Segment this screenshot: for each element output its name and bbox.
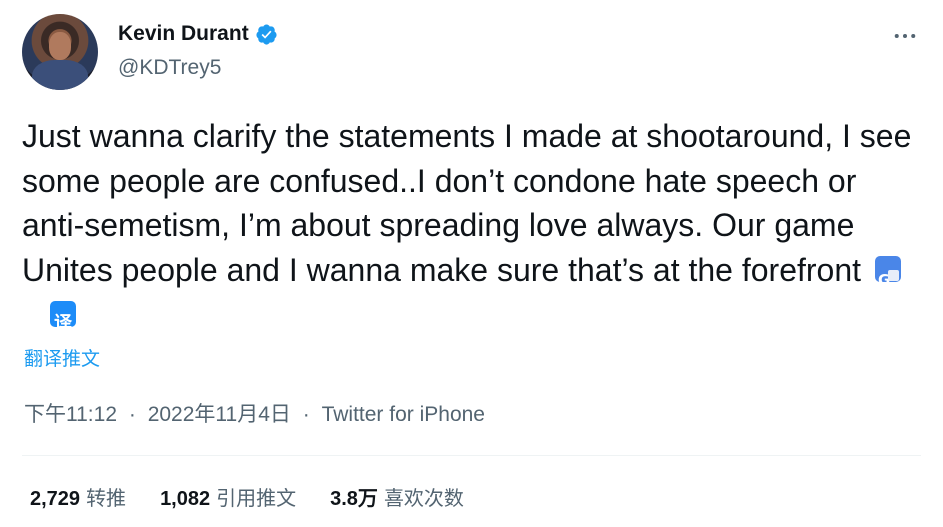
quotes-count: 1,082 bbox=[160, 488, 211, 510]
author-name-row: Kevin Durant bbox=[118, 22, 278, 46]
likes-count: 3.8万 bbox=[330, 488, 378, 510]
tweet-stats: 2,729 转推 1,082 引用推文 3.8万 喜欢次数 bbox=[30, 482, 464, 511]
more-options-icon[interactable] bbox=[889, 24, 921, 48]
retweets-count: 2,729 bbox=[30, 488, 81, 510]
tweet-meta: 下午11:12 · 2022年11月4日 · Twitter for iPhon… bbox=[24, 398, 485, 428]
tweet-date[interactable]: 2022年11月4日 bbox=[148, 403, 291, 426]
avatar-body bbox=[32, 60, 88, 90]
tweet-source[interactable]: Twitter for iPhone bbox=[322, 403, 485, 426]
meta-separator: · bbox=[128, 403, 136, 426]
translate-icon[interactable]: 译 bbox=[50, 300, 76, 334]
divider bbox=[22, 455, 921, 456]
verified-badge-icon bbox=[255, 23, 278, 46]
retweets-label: 转推 bbox=[86, 488, 127, 510]
tweet-text: Just wanna clarify the statements I made… bbox=[22, 118, 912, 288]
translate-tweet-link[interactable]: 翻译推文 bbox=[24, 344, 100, 371]
avatar[interactable] bbox=[22, 14, 98, 90]
google-translate-icon[interactable]: G bbox=[875, 256, 902, 289]
likes-stat[interactable]: 3.8万 喜欢次数 bbox=[330, 482, 464, 511]
avatar-face bbox=[49, 32, 71, 60]
meta-separator: · bbox=[302, 403, 310, 426]
quotes-label: 引用推文 bbox=[216, 488, 297, 510]
tweet-body: Just wanna clarify the statements I made… bbox=[22, 114, 922, 337]
likes-label: 喜欢次数 bbox=[383, 488, 464, 510]
quotes-stat[interactable]: 1,082 引用推文 bbox=[160, 482, 296, 511]
author-handle[interactable]: @KDTrey5 bbox=[118, 56, 221, 80]
author-display-name[interactable]: Kevin Durant bbox=[118, 22, 249, 46]
retweets-stat[interactable]: 2,729 转推 bbox=[30, 482, 126, 511]
tweet-time[interactable]: 下午11:12 bbox=[24, 403, 117, 426]
